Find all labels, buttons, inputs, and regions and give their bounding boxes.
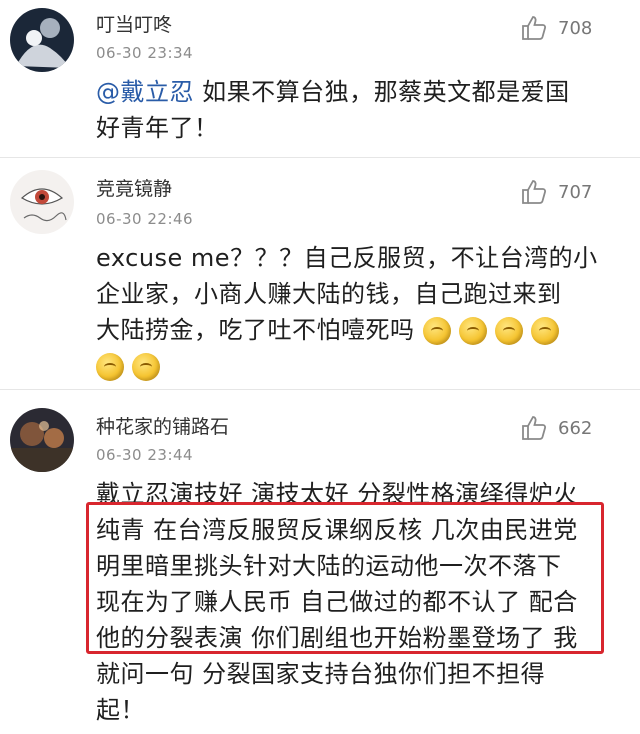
like-count: 708 [558,17,593,39]
doge-emoji-icon [494,317,523,345]
text-line: 如果不算台独，那蔡英文都是爱国 [194,78,570,106]
text-line: 现在为了赚人民币 自己做过的都不认了 配合 [96,588,578,616]
text-line: 企业家，小商人赚大陆的钱，自己跑过来到 [96,280,562,308]
like-button[interactable]: 662 [520,414,592,442]
comment-text: @戴立忍 如果不算台独，那蔡英文都是爱国 好青年了！ [96,74,616,146]
username[interactable]: 种花家的铺路石 [96,412,229,439]
doge-emoji-icon [458,317,487,345]
text-line: 明里暗里挑头针对大陆的运动他一次不落下 [96,552,562,580]
doge-emoji-icon [530,317,559,345]
mention-link[interactable]: @戴立忍 [96,78,194,106]
text-line: 就问一句 分裂国家支持台独你们担不担得 [96,660,546,688]
text-line: 好青年了！ [96,114,219,142]
thumbs-up-icon [522,16,547,40]
text-line: 大陆捞金，吃了吐不怕噎死吗 [96,316,415,344]
comment-item: 竞竟镜静 06-30 22:46 707 excuse me？？？自己反服贸，不… [0,158,640,388]
username[interactable]: 叮当叮咚 [96,10,172,37]
comment-item: 叮当叮咚 06-30 23:34 708 @戴立忍 如果不算台独，那蔡英文都是爱… [0,0,640,156]
doge-emoji-icon [422,317,451,345]
username[interactable]: 竞竟镜静 [96,174,172,201]
comment-text: excuse me？？？自己反服贸，不让台湾的小 企业家，小商人赚大陆的钱，自己… [96,240,616,384]
text-line: 起！ [96,696,145,724]
doge-emoji-icon [96,353,124,381]
avatar[interactable] [10,408,74,472]
like-button[interactable]: 708 [520,14,592,42]
like-button[interactable]: 707 [520,178,592,206]
timestamp: 06-30 22:46 [96,210,194,228]
timestamp: 06-30 23:34 [96,44,194,62]
avatar[interactable] [10,170,74,234]
timestamp: 06-30 23:44 [96,446,194,464]
emoji-group [96,353,160,381]
thumbs-up-icon [522,180,547,204]
doge-emoji-icon [132,353,160,381]
avatar[interactable] [10,8,74,72]
comment-text: 戴立忍演技好 演技太好 分裂性格演绎得炉火 纯青 在台湾反服贸反课纲反核 几次由… [96,476,616,728]
text-line: excuse me？？？自己反服贸，不让台湾的小 [96,244,598,272]
text-line: 他的分裂表演 你们剧组也开始粉墨登场了 我 [96,624,578,652]
comment-item: 种花家的铺路石 06-30 23:44 662 戴立忍演技好 演技太好 分裂性格… [0,390,640,734]
like-count: 707 [558,181,593,203]
text-line: 纯青 在台湾反服贸反课纲反核 几次由民进党 [96,516,578,544]
emoji-group [422,317,559,345]
text-line: 戴立忍演技好 演技太好 分裂性格演绎得炉火 [96,480,578,508]
like-count: 662 [558,417,593,439]
thumbs-up-icon [522,416,547,440]
